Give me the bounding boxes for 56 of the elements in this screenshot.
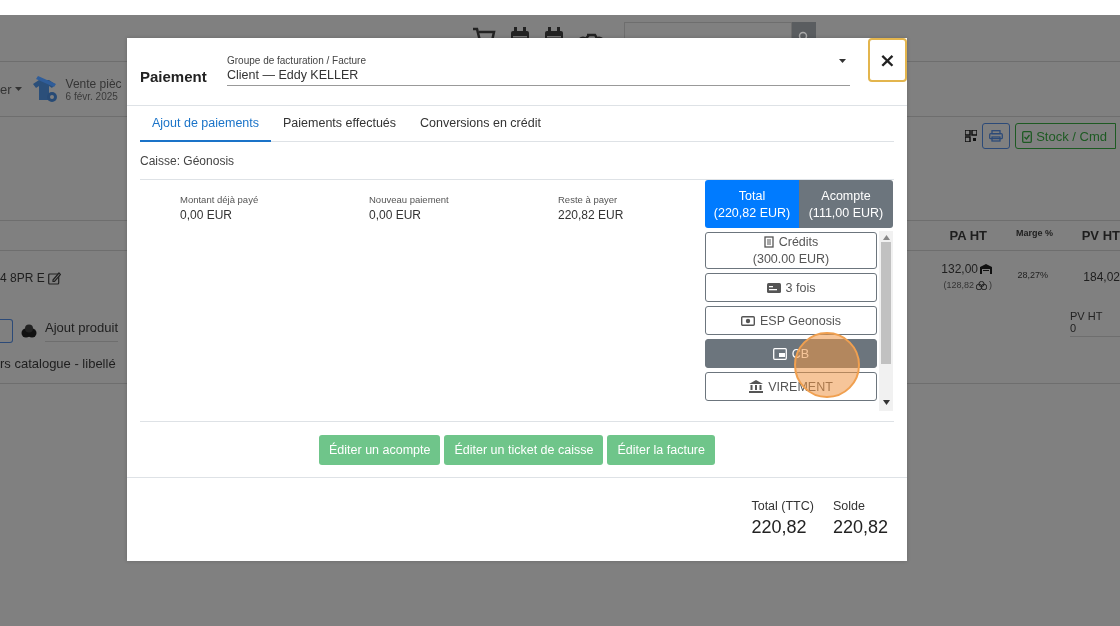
tab[interactable]: Ajout de paiements bbox=[140, 106, 271, 142]
card-terminal-icon bbox=[772, 347, 787, 360]
coins-icon bbox=[976, 280, 987, 290]
summary-label: Nouveau paiement bbox=[369, 194, 450, 205]
tab[interactable]: Conversions en crédit bbox=[408, 106, 553, 142]
amount-tab[interactable]: Total (220,82 EUR) bbox=[705, 180, 799, 228]
total-label: Total (TTC) bbox=[751, 499, 814, 513]
summary-value: 0,00 EUR bbox=[369, 208, 423, 222]
receipt-icon bbox=[763, 236, 774, 248]
total-value: 220,82 bbox=[832, 517, 888, 538]
caret-icon bbox=[839, 59, 846, 63]
card-icon bbox=[766, 282, 781, 293]
amount-tab[interactable]: Acompte (111,00 EUR) bbox=[799, 180, 893, 228]
tab[interactable]: Paiements effectués bbox=[271, 106, 409, 142]
scroll-up-icon[interactable] bbox=[882, 235, 890, 240]
table-cell: (128,82 bbox=[943, 280, 974, 290]
scroll-down-icon[interactable] bbox=[882, 400, 890, 405]
menu-dropdown[interactable]: er bbox=[0, 81, 12, 97]
table-cell: 132,00 bbox=[941, 262, 978, 276]
close-button[interactable]: × bbox=[868, 38, 907, 82]
print-button[interactable] bbox=[982, 123, 1011, 149]
clipboard-check-icon bbox=[1022, 129, 1033, 143]
summary-value: 220,82 EUR bbox=[558, 208, 625, 222]
price-field[interactable]: 0 bbox=[1070, 322, 1120, 337]
qr-code-icon[interactable] bbox=[965, 130, 978, 142]
column-header: Marge % bbox=[1015, 228, 1053, 238]
total-value: 220,82 bbox=[751, 517, 808, 538]
summary-label: Reste à payer bbox=[558, 194, 619, 205]
add-button[interactable] bbox=[0, 319, 13, 343]
scrollbar[interactable] bbox=[879, 231, 893, 411]
caret-icon[interactable] bbox=[14, 87, 22, 91]
product-input[interactable]: Ajout produit bbox=[45, 320, 118, 342]
field-label: PV HT bbox=[1070, 310, 1104, 322]
bank-icon bbox=[749, 380, 764, 393]
document-date: 6 févr. 2025 bbox=[65, 90, 118, 102]
table-cell-text: 28,27% bbox=[1016, 269, 1048, 280]
document-title: Vente pièc bbox=[65, 76, 122, 91]
table-cell: 4 8PR E bbox=[0, 271, 45, 285]
payment-method-button[interactable]: 3 fois bbox=[705, 273, 877, 302]
payment-method-button[interactable]: Crédits (300.00 EUR) bbox=[705, 232, 877, 269]
summary-label: Montant déjà payé bbox=[180, 194, 260, 205]
table-cell-text: 184,02 bbox=[1082, 269, 1120, 284]
dialog-title: Paiement bbox=[140, 68, 208, 85]
banknote-icon bbox=[740, 315, 755, 326]
summary-value: 0,00 EUR bbox=[180, 208, 234, 222]
column-header: PV HT bbox=[1080, 228, 1120, 243]
column-header: PA HT bbox=[948, 228, 987, 243]
total-label: Solde bbox=[832, 499, 866, 513]
catalogue-field[interactable]: rs catalogue - libellé bbox=[0, 355, 116, 371]
warehouse-icon bbox=[980, 264, 992, 274]
payment-method-button[interactable]: ESP Geonosis bbox=[705, 306, 877, 335]
edit-icon[interactable] bbox=[47, 271, 61, 285]
printer-icon bbox=[989, 130, 1004, 142]
table-cell: ) bbox=[989, 280, 992, 290]
coins-icon bbox=[21, 323, 37, 339]
billing-group-select[interactable]: Groupe de facturation / Facture Client — Eddy KELLER bbox=[227, 55, 850, 86]
